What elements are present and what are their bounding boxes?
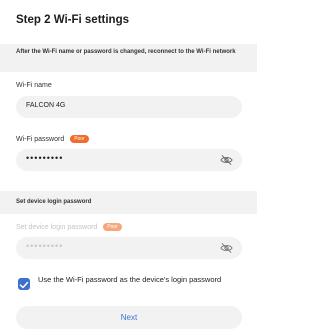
eye-hidden-icon bbox=[220, 243, 233, 253]
next-button[interactable]: Next bbox=[16, 306, 242, 329]
use-wifi-password-checkbox[interactable] bbox=[18, 278, 30, 290]
login-password-field: ••••••••• bbox=[16, 237, 242, 259]
reconnect-notice: After the Wi-Fi name or password is chan… bbox=[0, 44, 257, 72]
login-password-strength-badge: Poor bbox=[103, 223, 122, 231]
wifi-name-label: Wi-Fi name bbox=[16, 82, 52, 89]
wifi-password-strength-badge: Poor bbox=[70, 135, 89, 143]
wifi-password-label-row: Wi-Fi password Poor bbox=[16, 135, 89, 143]
login-password-section-header: Set device login password bbox=[0, 191, 257, 214]
use-wifi-password-label[interactable]: Use the Wi-Fi password as the device's l… bbox=[38, 275, 238, 284]
page-header: Step 2 Wi-Fi settings bbox=[0, 0, 257, 44]
reconnect-notice-text: After the Wi-Fi name or password is chan… bbox=[16, 49, 236, 55]
checkmark-icon bbox=[19, 281, 29, 289]
wifi-password-label: Wi-Fi password bbox=[16, 136, 65, 143]
eye-hidden-icon[interactable] bbox=[220, 154, 233, 166]
login-password-label-row: Set device login password Poor bbox=[16, 223, 122, 231]
login-password-section-title: Set device login password bbox=[16, 199, 92, 205]
wifi-password-value: ••••••••• bbox=[26, 153, 64, 163]
wifi-password-field[interactable]: ••••••••• bbox=[16, 149, 242, 171]
wifi-name-value: FALCON 4G bbox=[26, 102, 66, 109]
login-password-label: Set device login password bbox=[16, 224, 98, 231]
page-title: Step 2 Wi-Fi settings bbox=[16, 14, 129, 26]
login-password-value: ••••••••• bbox=[26, 241, 64, 251]
wifi-name-field[interactable]: FALCON 4G bbox=[16, 96, 242, 118]
